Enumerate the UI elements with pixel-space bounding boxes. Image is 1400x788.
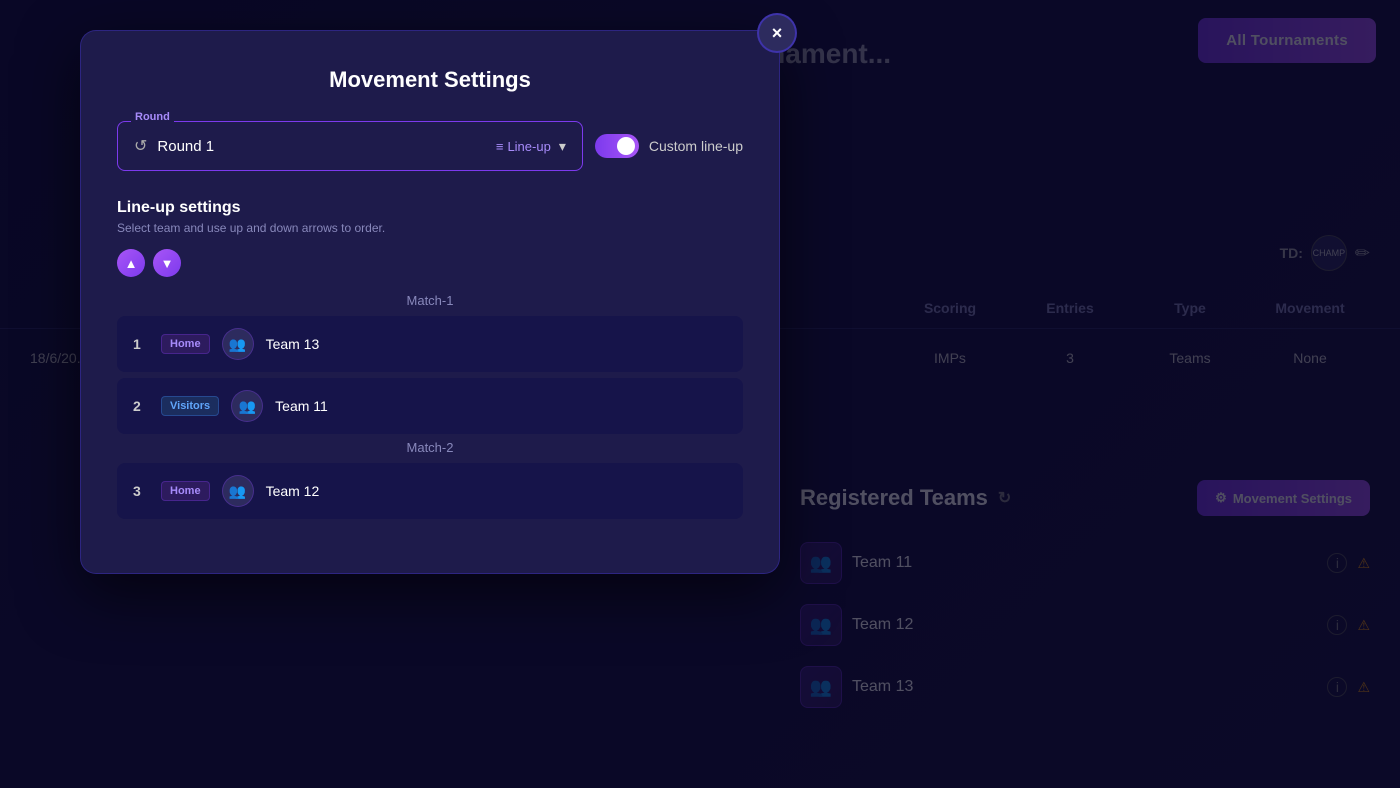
lineup-icon: ≡ (496, 139, 504, 154)
lineup-settings-section: Line-up settings Select team and use up … (117, 199, 743, 519)
toggle-track[interactable] (595, 134, 639, 158)
move-up-button[interactable]: ▲ (117, 249, 145, 277)
lineup-settings-title: Line-up settings (117, 199, 743, 217)
match1-label: Match-1 (117, 293, 743, 308)
chevron-down-icon: ▾ (559, 138, 566, 155)
toggle-label: Custom line-up (649, 138, 743, 154)
table-row[interactable]: 1 Home 👥 Team 13 (117, 316, 743, 372)
table-row[interactable]: 2 Visitors 👥 Team 11 (117, 378, 743, 434)
lineup-label: ≡ Line-up (496, 139, 551, 154)
match2-label: Match-2 (117, 440, 743, 455)
round-dropdown[interactable]: ↺ Round 1 ≡ Line-up ▾ (117, 121, 583, 171)
team-row-avatar: 👥 (231, 390, 263, 422)
team-row-name: Team 13 (266, 336, 320, 352)
modal-close-button[interactable]: × (757, 13, 797, 53)
lineup-settings-subtitle: Select team and use up and down arrows t… (117, 221, 743, 235)
visitors-badge: Visitors (161, 396, 219, 416)
toggle-thumb (617, 137, 635, 155)
custom-lineup-toggle: Custom line-up (595, 134, 743, 158)
team-row-name: Team 12 (266, 483, 320, 499)
team-row-number: 1 (133, 336, 149, 352)
move-down-button[interactable]: ▼ (153, 249, 181, 277)
round-dropdown-right: ≡ Line-up ▾ (496, 138, 566, 155)
table-row[interactable]: 3 Home 👥 Team 12 (117, 463, 743, 519)
team-row-number: 2 (133, 398, 149, 414)
modal-title: Movement Settings (117, 67, 743, 93)
home-badge: Home (161, 481, 210, 501)
round-selector-row: ↺ Round 1 ≡ Line-up ▾ Custom line-up (117, 121, 743, 171)
round-icon: ↺ (134, 136, 147, 156)
team-row-number: 3 (133, 483, 149, 499)
arrow-buttons: ▲ ▼ (117, 249, 743, 277)
team-row-avatar: 👥 (222, 328, 254, 360)
round-selector-wrapper: Round ↺ Round 1 ≡ Line-up ▾ (117, 121, 743, 171)
round-dropdown-left: ↺ Round 1 (134, 136, 214, 156)
movement-settings-modal: × Movement Settings Round ↺ Round 1 ≡ Li… (80, 30, 780, 574)
team-row-name: Team 11 (275, 398, 328, 414)
round-value: Round 1 (157, 138, 214, 155)
round-label: Round (131, 111, 174, 123)
home-badge: Home (161, 334, 210, 354)
team-row-avatar: 👥 (222, 475, 254, 507)
